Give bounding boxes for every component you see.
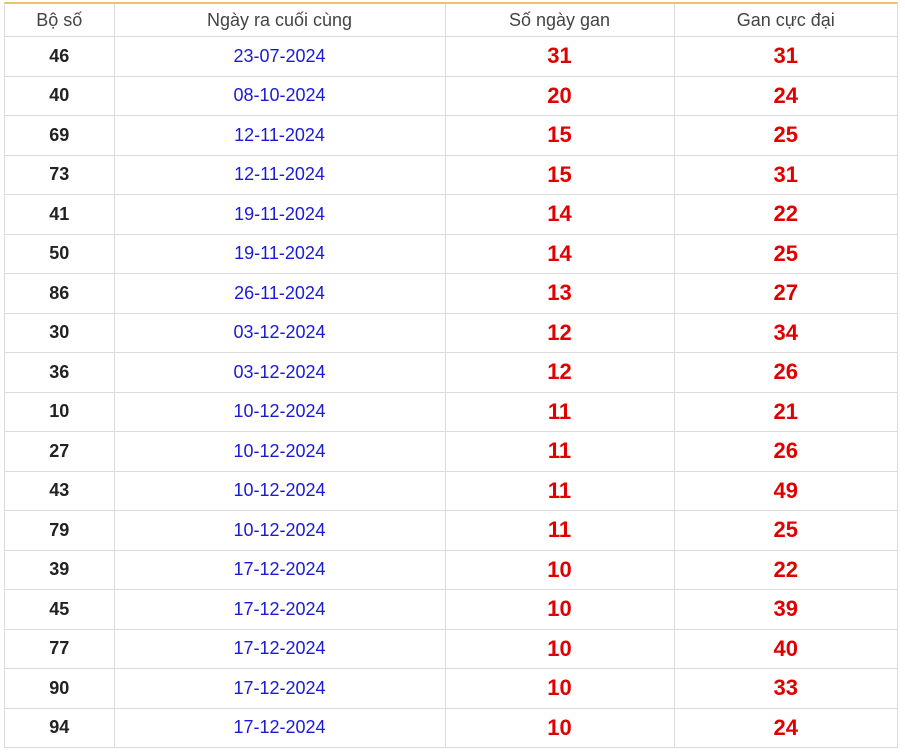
last-date-cell: 10-12-2024 (114, 510, 446, 551)
number-cell: 40 (5, 76, 115, 116)
days-gan-cell: 20 (445, 76, 675, 116)
table-row: 27 10-12-2024 11 26 (5, 431, 897, 472)
header-row: Bộ số Ngày ra cuối cùng Số ngày gan Gan … (5, 4, 897, 37)
last-date-cell: 08-10-2024 (114, 76, 446, 116)
last-date-cell: 17-12-2024 (114, 668, 446, 709)
days-gan-cell: 10 (445, 550, 675, 590)
max-gan-cell: 26 (674, 431, 897, 472)
table-row: 69 12-11-2024 15 25 (5, 115, 897, 156)
table-row: 41 19-11-2024 14 22 (5, 194, 897, 235)
number-cell: 86 (5, 273, 115, 314)
max-gan-cell: 26 (674, 352, 897, 393)
table-row: 90 17-12-2024 10 33 (5, 668, 897, 709)
max-gan-cell: 25 (674, 510, 897, 551)
last-date-cell: 17-12-2024 (114, 629, 446, 669)
number-cell: 43 (5, 471, 115, 511)
number-cell: 90 (5, 668, 115, 709)
days-gan-cell: 15 (445, 155, 675, 195)
table-header: Bộ số Ngày ra cuối cùng Số ngày gan Gan … (5, 4, 897, 37)
last-date-cell: 12-11-2024 (114, 155, 446, 195)
max-gan-cell: 25 (674, 234, 897, 274)
table-row: 36 03-12-2024 12 26 (5, 352, 897, 393)
days-gan-cell: 11 (445, 471, 675, 511)
days-gan-cell: 12 (445, 313, 675, 353)
max-gan-cell: 21 (674, 392, 897, 432)
last-date-cell: 12-11-2024 (114, 115, 446, 156)
gan-statistics-table: Bộ số Ngày ra cuối cùng Số ngày gan Gan … (4, 2, 898, 748)
days-gan-cell: 10 (445, 629, 675, 669)
days-gan-cell: 10 (445, 708, 675, 747)
last-date-cell: 10-12-2024 (114, 431, 446, 472)
max-gan-cell: 27 (674, 273, 897, 314)
max-gan-cell: 40 (674, 629, 897, 669)
last-date-cell: 10-12-2024 (114, 471, 446, 511)
number-cell: 36 (5, 352, 115, 393)
days-gan-cell: 11 (445, 510, 675, 551)
max-gan-cell: 25 (674, 115, 897, 156)
last-date-cell: 17-12-2024 (114, 708, 446, 747)
last-date-cell: 03-12-2024 (114, 352, 446, 393)
last-date-cell: 19-11-2024 (114, 194, 446, 235)
table-row: 50 19-11-2024 14 25 (5, 234, 897, 274)
days-gan-cell: 10 (445, 668, 675, 709)
days-gan-cell: 13 (445, 273, 675, 314)
last-date-cell: 23-07-2024 (114, 36, 446, 77)
last-date-cell: 19-11-2024 (114, 234, 446, 274)
max-gan-cell: 22 (674, 550, 897, 590)
number-cell: 69 (5, 115, 115, 156)
max-gan-cell: 31 (674, 155, 897, 195)
last-date-cell: 10-12-2024 (114, 392, 446, 432)
number-cell: 94 (5, 708, 115, 747)
header-last-date: Ngày ra cuối cùng (114, 4, 446, 37)
table-row: 94 17-12-2024 10 24 (5, 708, 897, 747)
days-gan-cell: 11 (445, 392, 675, 432)
number-cell: 45 (5, 589, 115, 630)
max-gan-cell: 49 (674, 471, 897, 511)
header-max-gan: Gan cực đại (674, 4, 897, 37)
days-gan-cell: 12 (445, 352, 675, 393)
max-gan-cell: 34 (674, 313, 897, 353)
table-row: 86 26-11-2024 13 27 (5, 273, 897, 314)
table-row: 79 10-12-2024 11 25 (5, 510, 897, 551)
gan-table: Bộ số Ngày ra cuối cùng Số ngày gan Gan … (5, 4, 897, 747)
number-cell: 77 (5, 629, 115, 669)
table-row: 73 12-11-2024 15 31 (5, 155, 897, 195)
last-date-cell: 17-12-2024 (114, 550, 446, 590)
number-cell: 41 (5, 194, 115, 235)
table-row: 10 10-12-2024 11 21 (5, 392, 897, 432)
days-gan-cell: 14 (445, 194, 675, 235)
last-date-cell: 26-11-2024 (114, 273, 446, 314)
table-row: 43 10-12-2024 11 49 (5, 471, 897, 511)
table-row: 40 08-10-2024 20 24 (5, 76, 897, 116)
header-days-gan: Số ngày gan (445, 4, 675, 37)
max-gan-cell: 24 (773, 714, 798, 740)
max-gan-cell: 24 (674, 76, 897, 116)
last-date-cell: 17-12-2024 (114, 589, 446, 630)
days-gan-cell: 31 (445, 36, 675, 77)
number-cell: 46 (5, 36, 115, 77)
table-row: 39 17-12-2024 10 22 (5, 550, 897, 590)
header-number: Bộ số (5, 4, 115, 37)
max-gan-cell: 31 (674, 36, 897, 77)
last-date-cell: 03-12-2024 (114, 313, 446, 353)
days-gan-cell: 11 (445, 431, 675, 472)
days-gan-cell: 15 (445, 115, 675, 156)
days-gan-cell: 10 (445, 589, 675, 630)
days-gan-cell: 14 (445, 234, 675, 274)
number-cell: 50 (5, 234, 115, 274)
max-gan-cell: 39 (674, 589, 897, 630)
table-row: 30 03-12-2024 12 34 (5, 313, 897, 353)
number-cell: 39 (5, 550, 115, 590)
number-cell: 79 (5, 510, 115, 551)
table-row: 46 23-07-2024 31 31 (5, 36, 897, 77)
number-cell: 30 (5, 313, 115, 353)
table-body: 46 23-07-2024 31 31 40 08-10-2024 20 24 69 12-11-… (5, 36, 897, 747)
table-row: 77 17-12-2024 10 40 (5, 629, 897, 669)
number-cell: 73 (5, 155, 115, 195)
max-gan-cell: 33 (674, 668, 897, 709)
max-gan-cell: 22 (674, 194, 897, 235)
number-cell: 10 (5, 392, 115, 432)
table-row: 45 17-12-2024 10 39 (5, 589, 897, 630)
number-cell: 27 (5, 431, 115, 472)
